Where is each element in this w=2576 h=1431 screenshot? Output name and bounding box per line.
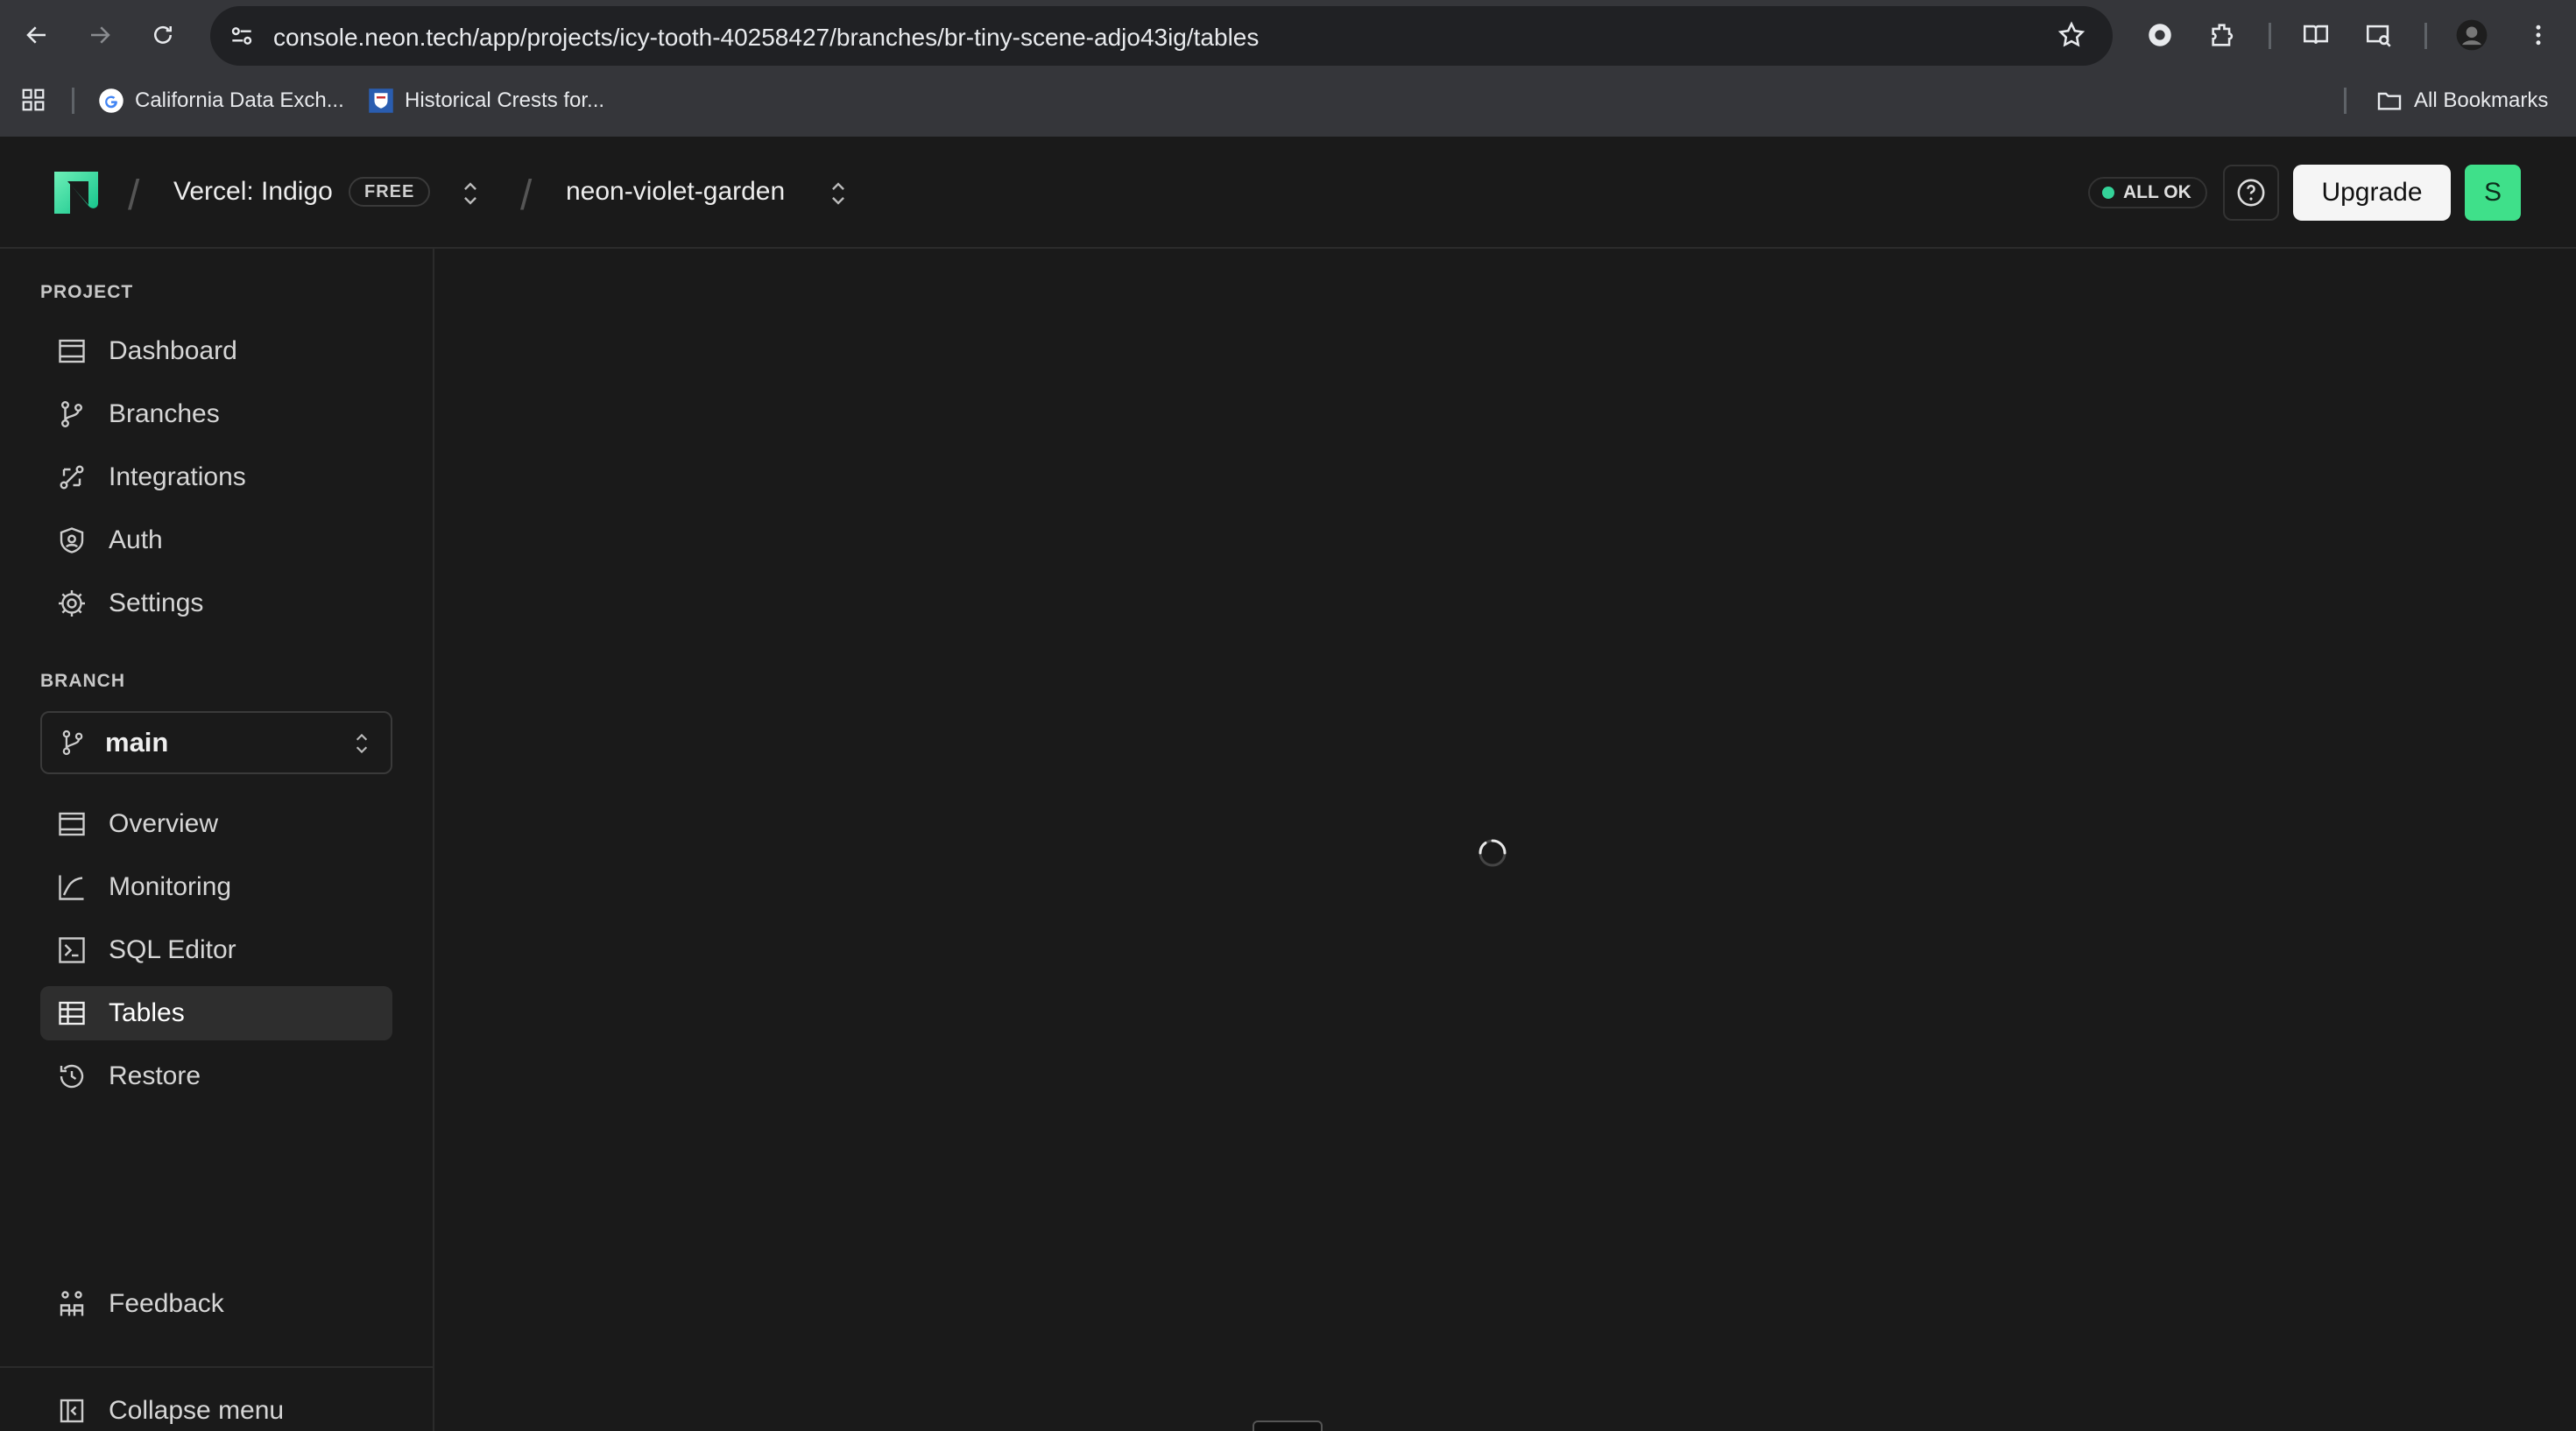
arrow-left-icon bbox=[26, 26, 46, 44]
gear-icon bbox=[59, 590, 85, 617]
crest-icon bbox=[369, 88, 393, 113]
sidebar-item-label: Dashboard bbox=[109, 336, 237, 365]
branch-selector[interactable]: main bbox=[40, 711, 392, 774]
address-bar[interactable]: console.neon.tech/app/projects/icy-tooth… bbox=[210, 6, 2113, 66]
sidebar-item-label: Restore bbox=[109, 1061, 201, 1090]
sidebar-item-sql-editor[interactable]: SQL Editor bbox=[40, 923, 392, 977]
sidebar-item-label: Tables bbox=[109, 998, 185, 1027]
google-icon bbox=[99, 88, 124, 113]
collapse-menu-label: Collapse menu bbox=[109, 1396, 285, 1425]
project-name[interactable]: neon-violet-garden bbox=[566, 177, 785, 207]
feedback-icon bbox=[60, 1291, 84, 1316]
bookmark-label: Historical Crests for... bbox=[405, 88, 605, 112]
user-avatar[interactable]: S bbox=[2465, 165, 2521, 221]
bottom-drawer-handle[interactable] bbox=[1253, 1420, 1323, 1431]
bookmark-star-icon[interactable] bbox=[2057, 20, 2086, 50]
bookmark-item[interactable]: California Data Exch... bbox=[98, 84, 344, 117]
integrations-icon bbox=[60, 465, 84, 490]
sidebar-item-dashboard[interactable]: Dashboard bbox=[40, 324, 392, 378]
bookmarks-divider bbox=[72, 88, 74, 114]
feedback-label: Feedback bbox=[109, 1289, 224, 1318]
sidebar-item-auth[interactable]: Auth bbox=[40, 513, 392, 567]
breadcrumb-separator: / bbox=[520, 173, 533, 219]
collapse-sidebar-icon bbox=[60, 1399, 84, 1423]
sidebar-item-integrations[interactable]: Integrations bbox=[40, 450, 392, 504]
url-text: console.neon.tech/app/projects/icy-tooth… bbox=[273, 24, 1260, 51]
tab-search-icon[interactable] bbox=[2360, 16, 2398, 54]
sql-editor-icon bbox=[59, 937, 85, 963]
branch-selected-label: main bbox=[105, 727, 169, 758]
sidebar-item-monitoring[interactable]: Monitoring bbox=[40, 860, 392, 914]
sidebar-item-label: SQL Editor bbox=[109, 935, 236, 964]
help-icon bbox=[2237, 179, 2265, 207]
status-badge[interactable]: ALL OK bbox=[2088, 177, 2207, 208]
collapse-menu-button[interactable]: Collapse menu bbox=[40, 1384, 392, 1431]
plan-badge: FREE bbox=[349, 177, 431, 207]
toolbar-divider bbox=[2269, 23, 2271, 49]
reload-button[interactable] bbox=[144, 16, 182, 54]
tables-icon bbox=[59, 1001, 85, 1026]
status-text: ALL OK bbox=[2123, 182, 2191, 202]
sidebar-item-settings[interactable]: Settings bbox=[40, 576, 392, 631]
sidebar-item-label: Settings bbox=[109, 589, 204, 617]
site-settings-icon[interactable] bbox=[228, 22, 256, 50]
browser-menu-icon[interactable] bbox=[2519, 16, 2558, 54]
auth-icon bbox=[60, 527, 84, 553]
neon-logo-icon[interactable] bbox=[51, 168, 102, 217]
sidebar-item-label: Overview bbox=[109, 809, 219, 838]
sidebar-item-label: Auth bbox=[109, 525, 163, 554]
chevron-up-down-icon bbox=[356, 733, 368, 754]
all-bookmarks-label: All Bookmarks bbox=[2414, 88, 2549, 112]
main-content bbox=[434, 249, 2576, 1431]
reload-icon bbox=[154, 25, 172, 44]
browser-chrome: console.neon.tech/app/projects/icy-tooth… bbox=[0, 0, 2576, 137]
arrow-right-icon bbox=[91, 26, 110, 44]
forward-button[interactable] bbox=[81, 16, 119, 54]
bookmark-label: California Data Exch... bbox=[135, 88, 344, 112]
project-switcher-chevron-icon[interactable] bbox=[825, 179, 851, 208]
bookmark-item[interactable]: Historical Crests for... bbox=[368, 84, 604, 117]
status-dot-icon bbox=[2102, 187, 2114, 199]
sidebar-item-branches[interactable]: Branches bbox=[40, 387, 392, 441]
branch-section-label: BRANCH bbox=[40, 671, 125, 691]
app-header: / Vercel: Indigo FREE / neon-violet-gard… bbox=[0, 137, 2576, 249]
back-button[interactable] bbox=[18, 16, 56, 54]
dashboard-icon bbox=[59, 339, 85, 363]
folder-icon bbox=[2377, 92, 2402, 110]
profile-avatar-icon[interactable] bbox=[2452, 16, 2491, 54]
feedback-button[interactable]: Feedback bbox=[40, 1277, 392, 1331]
sidebar-item-restore[interactable]: Restore bbox=[40, 1049, 392, 1103]
restore-icon bbox=[60, 1064, 84, 1089]
all-bookmarks-button[interactable]: All Bookmarks bbox=[2375, 84, 2548, 117]
sidebar-item-label: Branches bbox=[109, 399, 220, 428]
org-name[interactable]: Vercel: Indigo bbox=[173, 177, 333, 207]
extension-icon[interactable] bbox=[2141, 16, 2179, 54]
bookmarks-divider bbox=[2344, 88, 2347, 114]
sidebar-item-tables[interactable]: Tables bbox=[40, 986, 392, 1040]
branch-icon bbox=[62, 730, 83, 756]
sidebar-item-label: Integrations bbox=[109, 462, 246, 491]
sidebar-divider bbox=[0, 1366, 434, 1368]
monitoring-icon bbox=[59, 875, 84, 900]
reading-mode-icon[interactable] bbox=[2297, 16, 2335, 54]
branch-icon bbox=[61, 400, 83, 427]
sidebar-item-label: Monitoring bbox=[109, 872, 232, 901]
help-button[interactable] bbox=[2223, 165, 2279, 221]
project-section-label: PROJECT bbox=[40, 282, 134, 302]
sidebar-item-overview[interactable]: Overview bbox=[40, 797, 392, 851]
toolbar-divider bbox=[2424, 23, 2427, 49]
sidebar: PROJECT Dashboard Branches Integrations … bbox=[0, 249, 434, 1431]
upgrade-button[interactable]: Upgrade bbox=[2293, 165, 2451, 221]
breadcrumb-separator: / bbox=[128, 173, 140, 219]
loading-spinner-icon bbox=[1479, 839, 1507, 867]
apps-grid-icon[interactable] bbox=[14, 81, 53, 119]
overview-icon bbox=[59, 812, 85, 836]
org-switcher-chevron-icon[interactable] bbox=[457, 179, 483, 208]
extensions-puzzle-icon[interactable] bbox=[2204, 16, 2242, 54]
